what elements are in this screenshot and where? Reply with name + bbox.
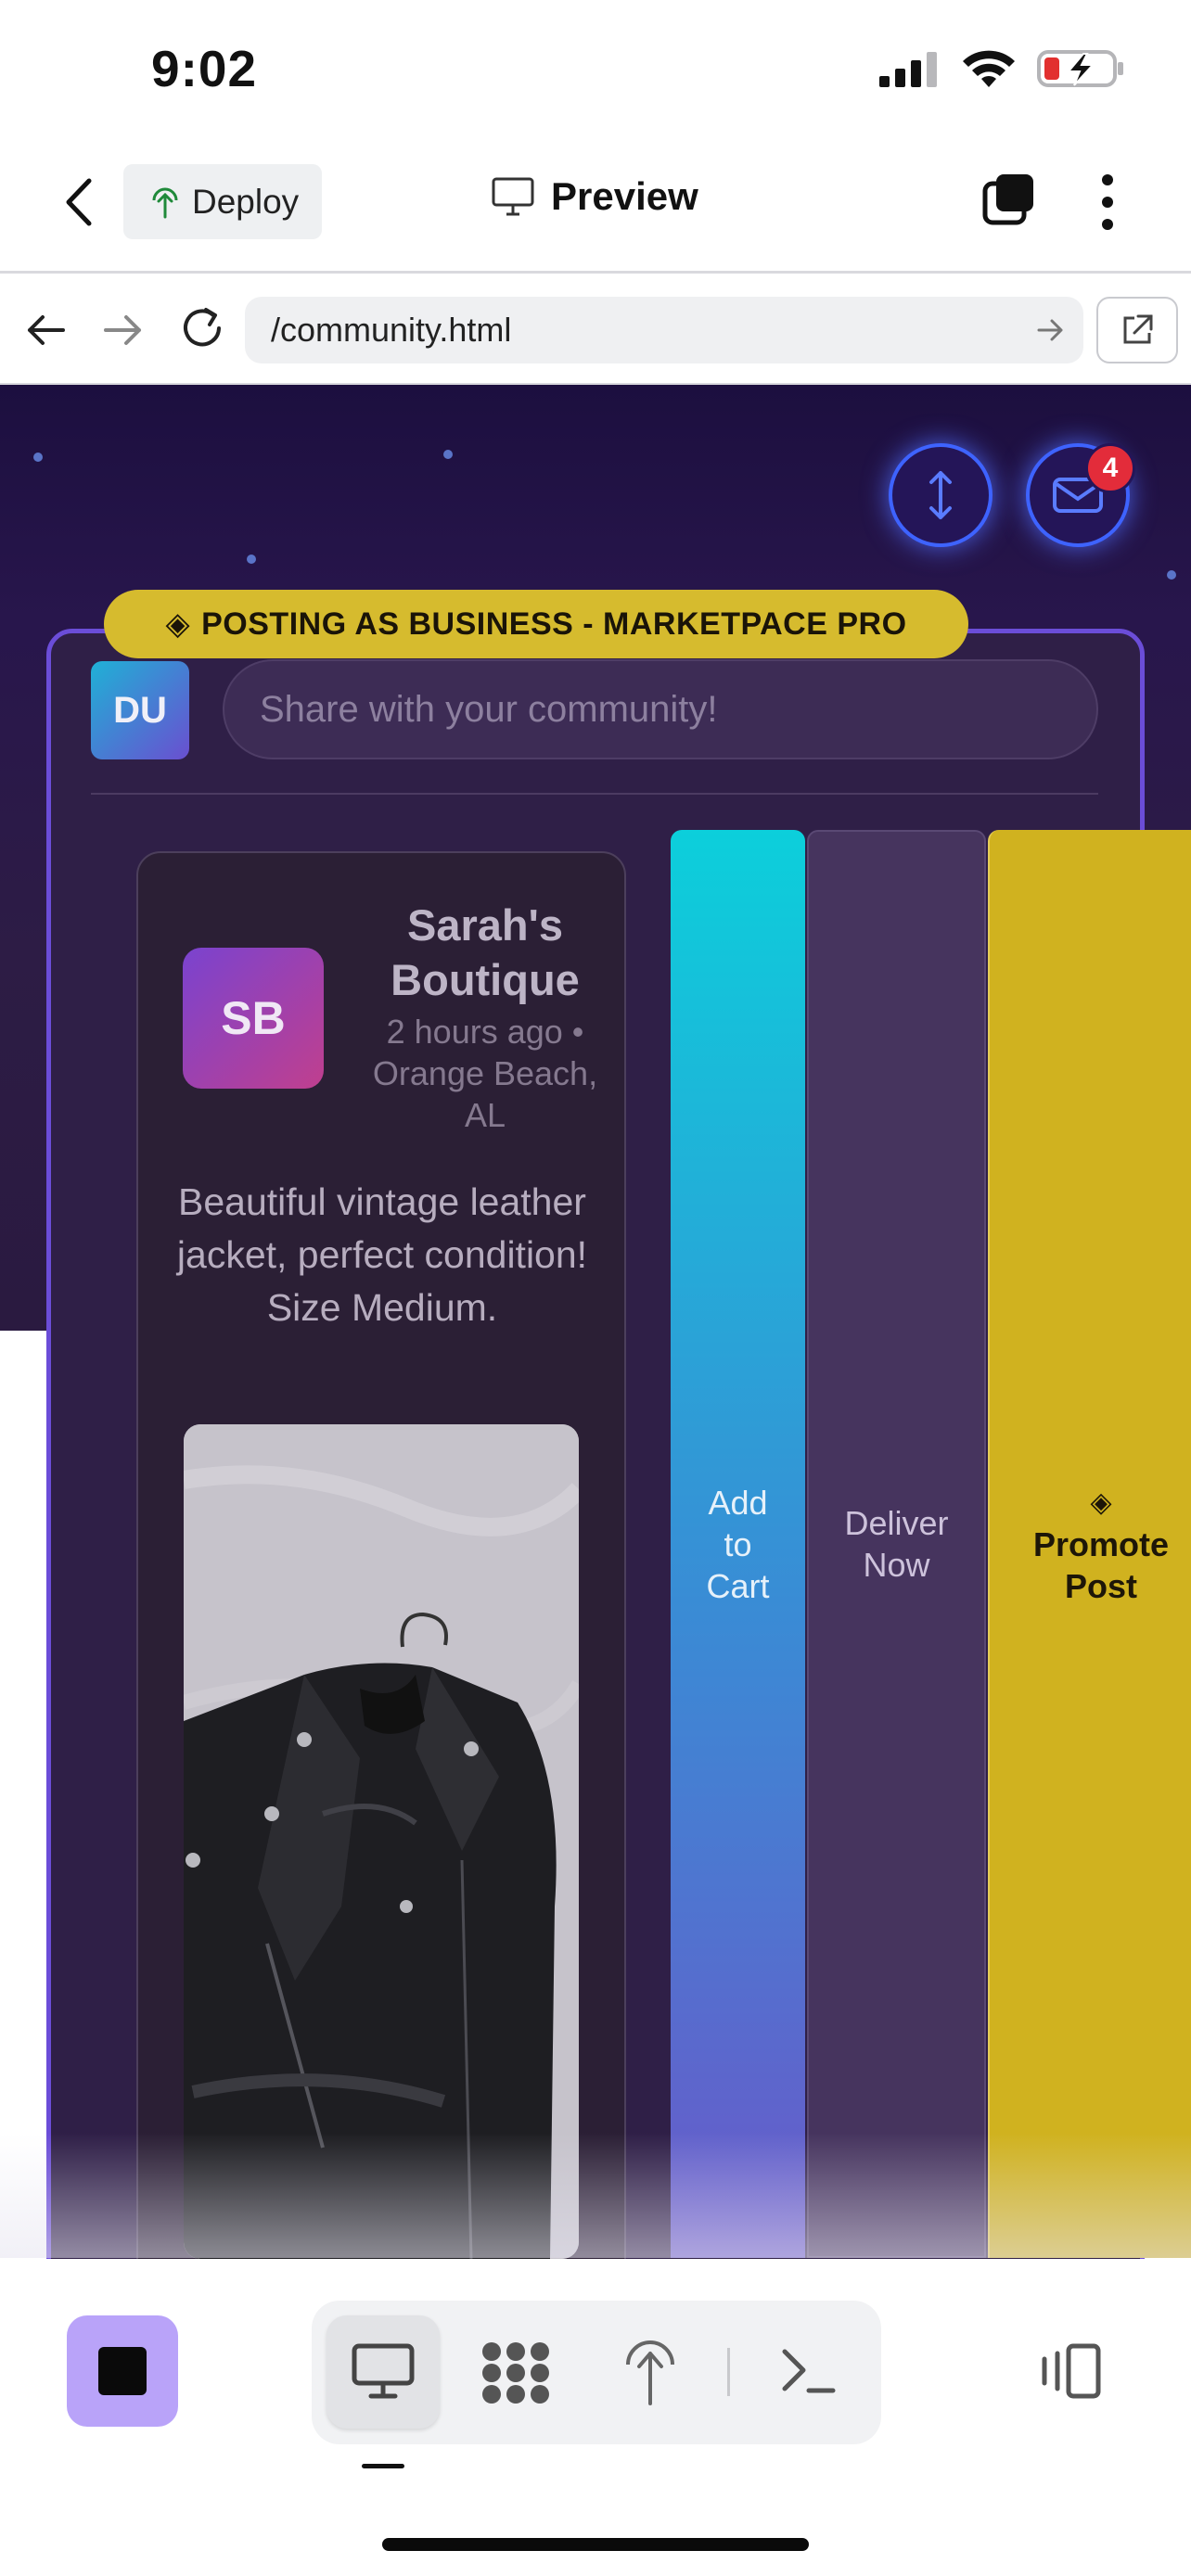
composer-divider <box>91 793 1098 795</box>
share-placeholder: Share with your community! <box>260 688 718 730</box>
device-switch-icon[interactable] <box>1037 2342 1104 2400</box>
post-meta: 2 hours ago • Orange Beach, AL <box>372 1013 598 1134</box>
battery-charging-icon <box>1037 50 1123 87</box>
post-text: Beautiful vintage leather jacket, perfec… <box>176 1180 588 1329</box>
desktop-icon[interactable] <box>351 2342 416 2402</box>
add-to-cart-button[interactable]: Add to Cart <box>671 830 805 2258</box>
promote-post-label: Promote Post <box>1032 1524 1170 1605</box>
sparkle-dot <box>247 555 256 564</box>
back-chevron-icon[interactable] <box>54 172 106 233</box>
deploy-label: Deploy <box>192 182 300 221</box>
more-options-icon[interactable] <box>1095 172 1121 232</box>
status-time: 9:02 <box>151 40 258 97</box>
status-icons <box>879 48 1126 89</box>
sparkle-dot <box>1167 570 1176 580</box>
grid-icon[interactable] <box>480 2340 551 2405</box>
promote-content: ◈ Promote Post <box>1022 1482 1180 1607</box>
external-link-icon <box>1123 314 1153 344</box>
active-tab-indicator <box>362 2464 404 2468</box>
wifi-icon <box>963 50 1015 87</box>
tabs-icon[interactable] <box>981 172 1035 226</box>
share-input[interactable]: Share with your community! <box>223 659 1098 759</box>
url-text: /community.html <box>271 311 512 349</box>
content-fade <box>0 2133 1191 2258</box>
promote-post-button[interactable]: ◈ Promote Post <box>988 830 1191 2258</box>
seller-name[interactable]: Sarah's Boutique <box>362 898 608 1007</box>
scroll-toggle-button[interactable] <box>889 443 992 547</box>
promote-diamond-icon: ◈ <box>1090 1486 1112 1518</box>
go-arrow-icon[interactable] <box>1037 317 1065 343</box>
stop-icon <box>98 2347 147 2395</box>
user-avatar: DU <box>91 661 189 759</box>
deliver-now-label: Deliver Now <box>844 1504 949 1584</box>
reload-icon[interactable] <box>178 304 226 352</box>
sparkle-dot <box>443 450 453 459</box>
preview-title: Preview <box>492 174 698 219</box>
notification-badge: 4 <box>1085 443 1135 493</box>
deploy-icon <box>152 187 178 218</box>
deliver-now-button[interactable]: Deliver Now <box>807 830 986 2258</box>
add-to-cart-label: Add to Cart <box>706 1483 770 1605</box>
stop-button[interactable] <box>67 2315 178 2427</box>
deploy-tree-icon[interactable] <box>623 2337 677 2407</box>
home-indicator <box>382 2538 809 2551</box>
seller-avatar: SB <box>183 948 324 1089</box>
banner-diamond-icon: ◈ <box>165 606 191 642</box>
banner-text: POSTING AS BUSINESS - MARKETPACE PRO <box>201 606 907 642</box>
open-external-button[interactable] <box>1096 297 1178 363</box>
browser-forward-icon[interactable] <box>102 312 145 349</box>
business-banner: ◈ POSTING AS BUSINESS - MARKETPACE PRO <box>104 590 968 658</box>
terminal-icon[interactable] <box>781 2346 837 2396</box>
vertical-arrows-icon <box>929 471 952 519</box>
browser-back-icon[interactable] <box>24 312 67 349</box>
sparkle-dot <box>33 453 43 462</box>
url-field[interactable]: /community.html <box>245 297 1083 363</box>
deploy-button[interactable]: Deploy <box>123 164 322 239</box>
signal-icon <box>879 52 937 87</box>
preview-label: Preview <box>551 174 698 218</box>
monitor-icon <box>492 177 534 216</box>
segment-separator <box>727 2348 730 2396</box>
